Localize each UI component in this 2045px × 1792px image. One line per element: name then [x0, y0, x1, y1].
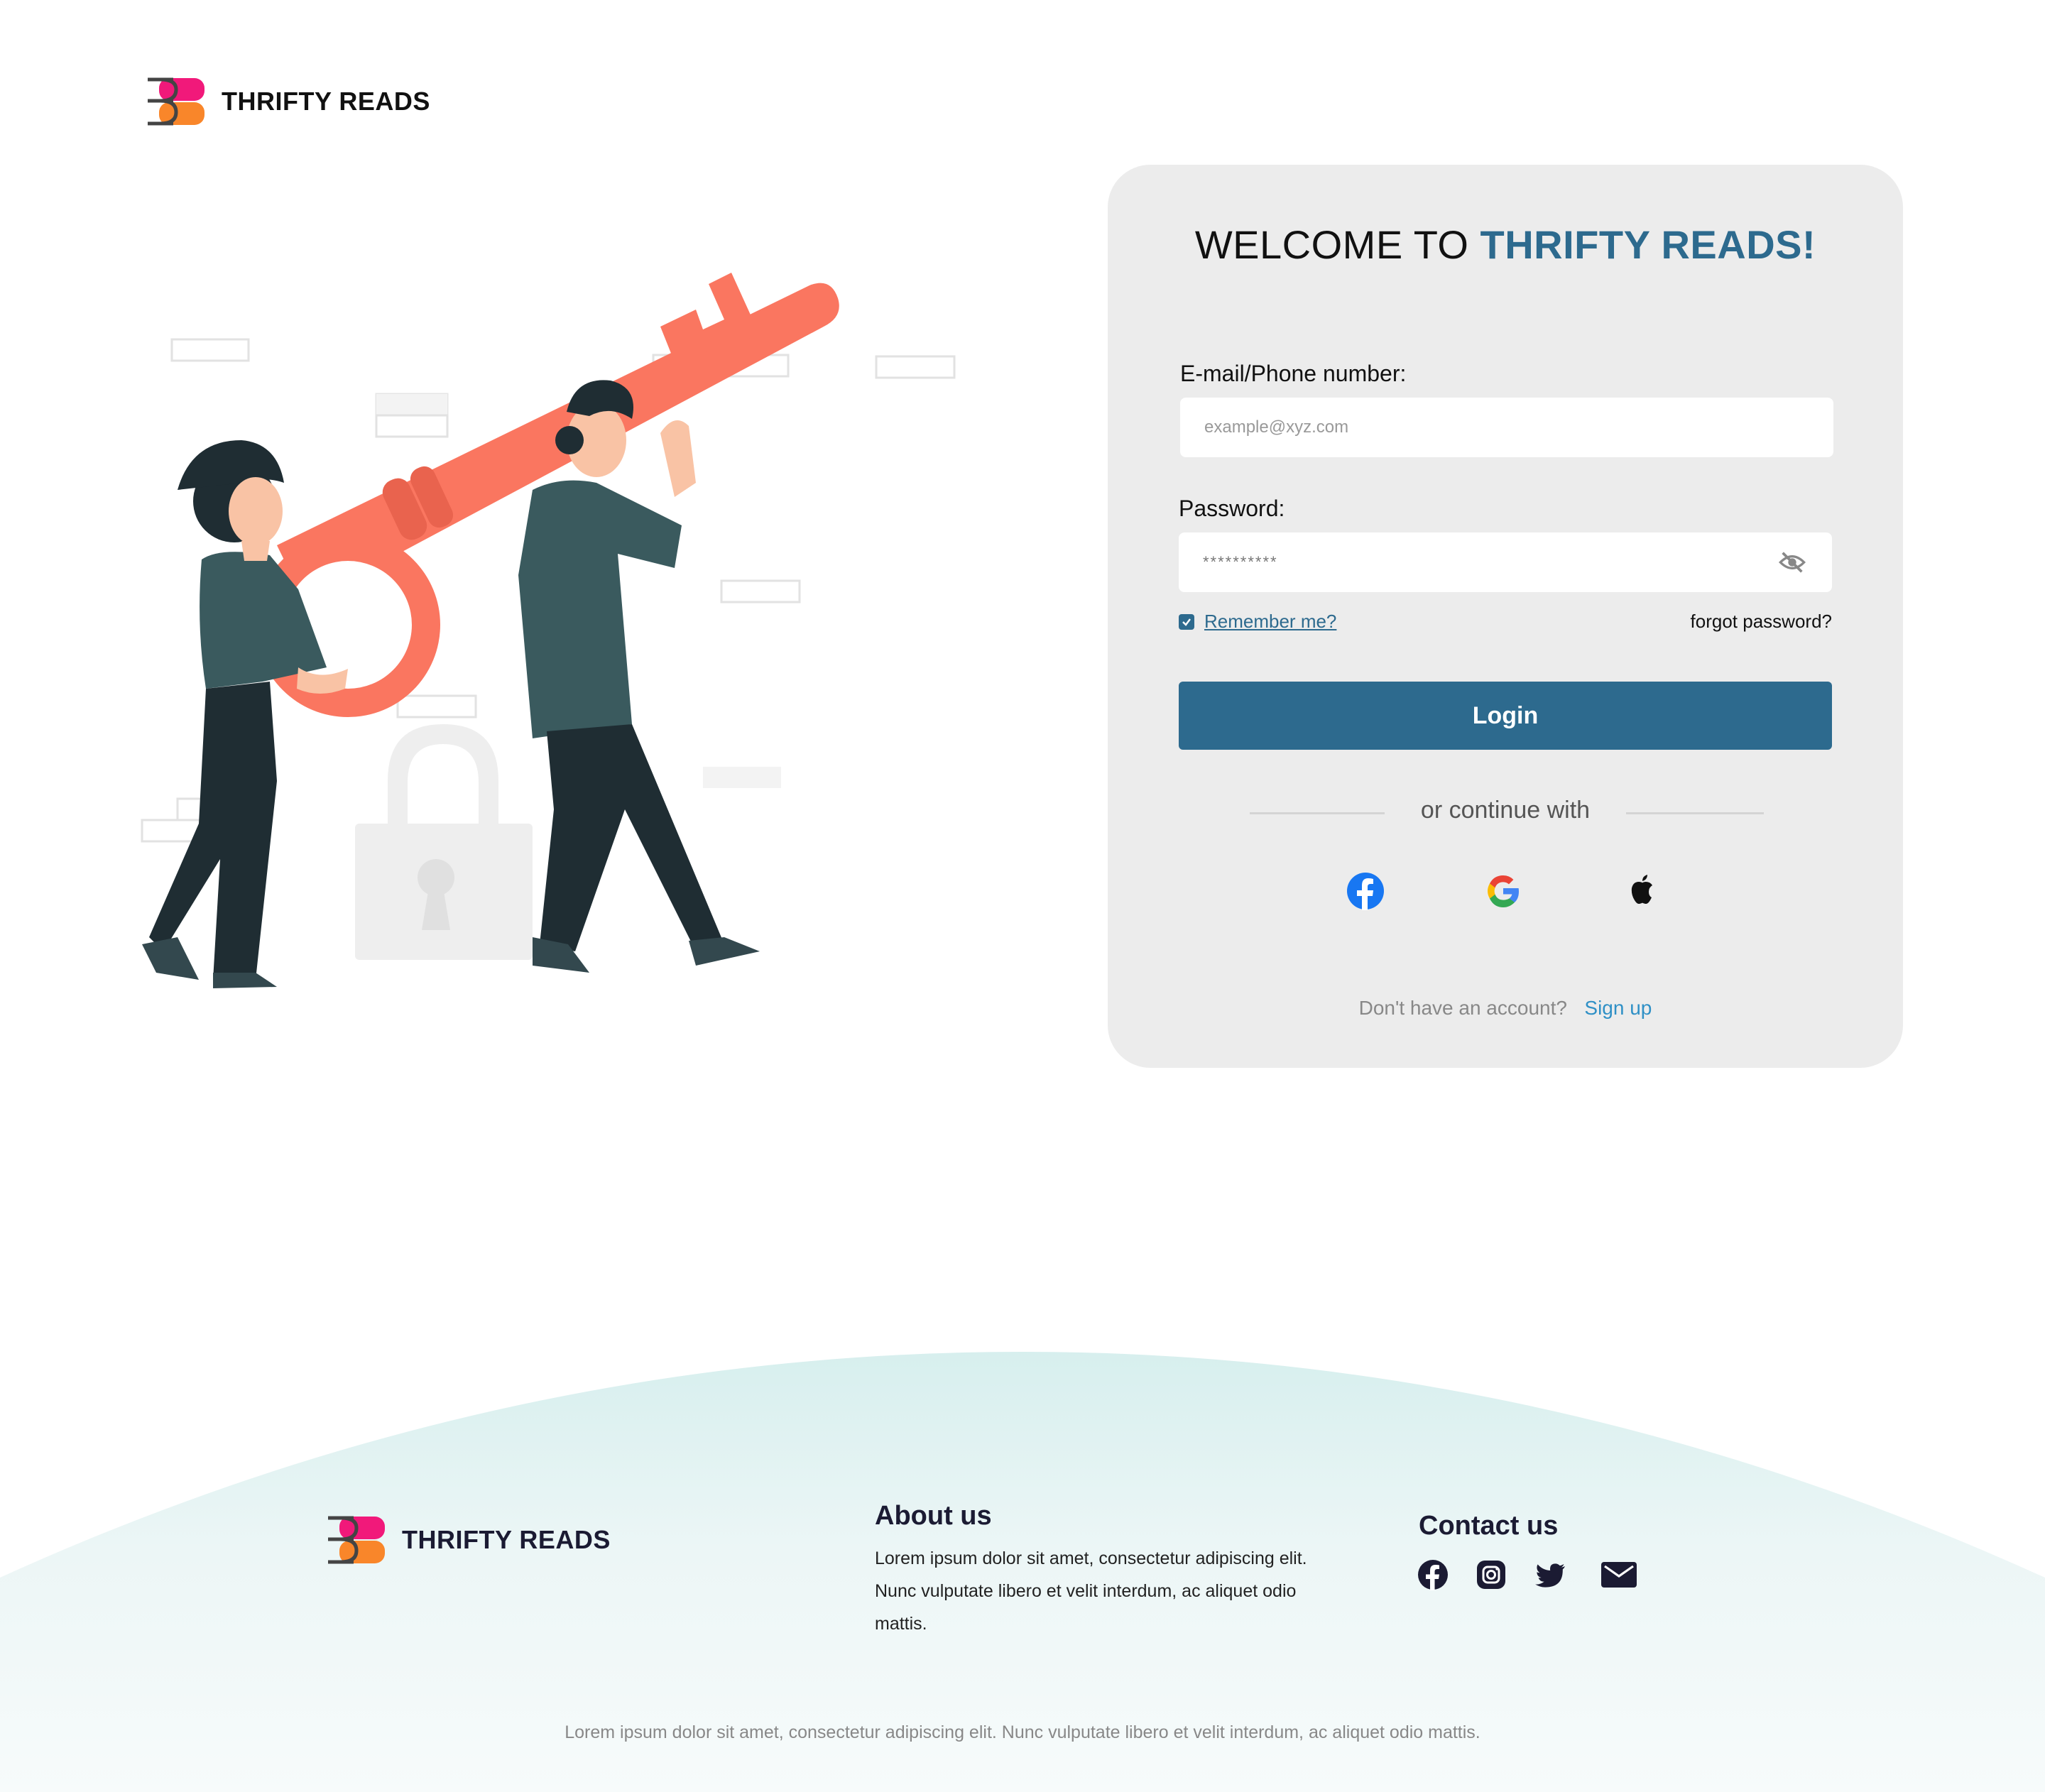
facebook-icon[interactable] — [1417, 1559, 1449, 1590]
password-field[interactable]: ********** — [1179, 532, 1832, 592]
footer-brand-name: THRIFTY READS — [402, 1525, 611, 1554]
email-placeholder: example@xyz.com — [1204, 417, 1349, 437]
login-button[interactable]: Login — [1179, 682, 1832, 750]
check-icon — [1182, 618, 1191, 626]
about-heading: About us — [875, 1501, 992, 1531]
password-value: ********** — [1203, 553, 1278, 571]
copyright-text: Lorem ipsum dolor sit amet, consectetur … — [565, 1722, 1480, 1742]
google-icon[interactable] — [1484, 872, 1522, 910]
about-text: Lorem ipsum dolor sit amet, consectetur … — [875, 1548, 1307, 1634]
eye-slash-icon[interactable] — [1778, 548, 1806, 577]
signup-link[interactable]: Sign up — [1584, 997, 1652, 1019]
footer-logo-icon — [328, 1516, 385, 1564]
email-field[interactable]: example@xyz.com — [1180, 398, 1833, 457]
signup-row: Don't have an account? Sign up — [1108, 997, 1903, 1020]
remember-checkbox[interactable] — [1179, 613, 1194, 630]
mail-icon[interactable] — [1600, 1559, 1637, 1590]
welcome-brand: THRIFTY READS! — [1480, 222, 1816, 267]
brand-logo-icon — [148, 77, 204, 126]
password-label: Password: — [1179, 496, 1285, 521]
email-label: E-mail/Phone number: — [1180, 361, 1407, 386]
instagram-icon[interactable] — [1476, 1559, 1507, 1590]
header-brand[interactable]: THRIFTY READS — [145, 77, 430, 126]
no-account-text: Don't have an account? — [1358, 997, 1567, 1019]
facebook-icon[interactable] — [1346, 872, 1385, 910]
remember-me[interactable]: Remember me? — [1179, 611, 1336, 633]
twitter-icon[interactable] — [1535, 1559, 1566, 1590]
apple-icon[interactable] — [1623, 872, 1662, 910]
key-illustration-figures — [141, 273, 956, 988]
forgot-password-link[interactable]: forgot password? — [1691, 611, 1832, 633]
divider-right — [1626, 812, 1764, 814]
remember-label: Remember me? — [1204, 611, 1337, 632]
welcome-prefix: WELCOME TO — [1194, 222, 1469, 267]
welcome-heading: WELCOME TO THRIFTY READS! — [1108, 222, 1903, 268]
or-continue-text: or continue with — [1420, 797, 1591, 824]
footer-brand[interactable]: THRIFTY READS — [325, 1515, 611, 1565]
contact-heading: Contact us — [1419, 1511, 1559, 1541]
brand-name: THRIFTY READS — [222, 87, 430, 116]
login-card: WELCOME TO THRIFTY READS! E-mail/Phone n… — [1108, 165, 1903, 1068]
